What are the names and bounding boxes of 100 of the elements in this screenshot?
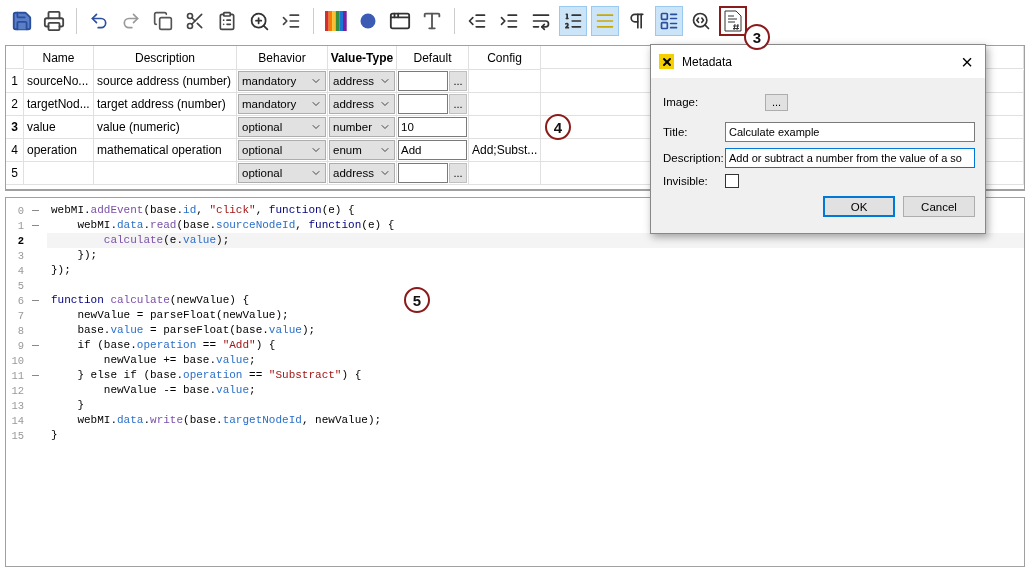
zoom-icon xyxy=(248,10,270,32)
fold-marker-icon[interactable] xyxy=(32,345,39,346)
behavior-dropdown[interactable]: optional xyxy=(238,163,326,183)
browse-button[interactable]: ... xyxy=(449,71,467,91)
save-icon xyxy=(11,10,33,32)
printer-icon xyxy=(43,10,65,32)
code-line: calculate(e.value); xyxy=(102,233,230,248)
table-cell: value xyxy=(24,116,94,139)
line-number: 13 xyxy=(10,399,24,412)
cancel-button[interactable]: Cancel xyxy=(903,196,975,217)
line-number: 6 xyxy=(16,294,24,307)
line-number: 0 xyxy=(16,204,24,217)
document-hash-icon xyxy=(723,10,743,32)
table-cell: Add;Subst... xyxy=(469,139,541,162)
pilcrow-icon xyxy=(627,11,647,31)
toolbar-button[interactable] xyxy=(719,6,747,36)
line-number: 7 xyxy=(16,309,24,322)
line-number: 10 xyxy=(10,354,24,367)
scissors-icon xyxy=(185,11,205,31)
code-line: }); xyxy=(76,248,98,263)
default-input[interactable]: 10 xyxy=(398,117,467,137)
fold-marker-icon[interactable] xyxy=(32,225,39,226)
column-header: Config xyxy=(469,46,541,70)
line-number: 14 xyxy=(10,414,24,427)
table-cell: sourceNo... xyxy=(24,70,94,93)
code-line: webMI.data.read(base.sourceNodeId, function(e) { xyxy=(76,218,395,233)
row-number: 5 xyxy=(6,162,24,185)
default-input[interactable] xyxy=(398,163,448,183)
browse-button[interactable]: ... xyxy=(449,94,467,114)
column-header: Description xyxy=(94,46,237,70)
behavior-dropdown[interactable]: mandatory xyxy=(238,94,326,114)
behavior-dropdown[interactable]: mandatory xyxy=(238,71,326,91)
callout-number: 3 xyxy=(744,24,770,50)
redo-icon xyxy=(121,11,141,31)
table-cell: operation xyxy=(24,139,94,162)
numbered-list-icon xyxy=(563,11,583,31)
row-number: 1 xyxy=(6,70,24,93)
line-number: 8 xyxy=(16,324,24,337)
default-input[interactable] xyxy=(398,94,448,114)
window-icon xyxy=(389,10,411,32)
behavior-dropdown[interactable]: optional xyxy=(238,140,326,160)
fold-marker-icon[interactable] xyxy=(32,210,39,211)
fold-marker-icon[interactable] xyxy=(32,300,39,301)
behavior-dropdown[interactable]: optional xyxy=(238,117,326,137)
column-header: Default xyxy=(397,46,469,70)
close-button[interactable]: × xyxy=(957,53,977,70)
code-line: base.value = parseFloat(base.value); xyxy=(76,323,316,338)
default-input[interactable]: Add xyxy=(398,140,467,160)
layout-list-icon xyxy=(659,11,679,31)
wrap-text-icon xyxy=(531,11,551,31)
description-input[interactable]: Add or subtract a number from the value of a so xyxy=(725,148,975,168)
field-label: Description: xyxy=(663,152,725,164)
code-line: newValue -= base.value; xyxy=(102,383,256,398)
code-line: webMI.data.write(base.targetNodeId, newValue); xyxy=(76,413,382,428)
line-number: 11 xyxy=(10,369,24,382)
value-type-dropdown[interactable]: address xyxy=(329,71,395,91)
code-editor[interactable] xyxy=(5,197,1025,567)
code-line: } xyxy=(51,428,58,443)
toolbar-button[interactable] xyxy=(559,6,587,36)
field-label: Title: xyxy=(663,126,689,138)
browse-button[interactable]: ... xyxy=(449,163,467,183)
column-header: Name xyxy=(24,46,94,70)
default-input[interactable] xyxy=(398,71,448,91)
line-number: 5 xyxy=(16,279,24,292)
value-type-dropdown[interactable]: number xyxy=(329,117,395,137)
table-cell: targetNod... xyxy=(24,93,94,116)
title-input[interactable]: Calculate example xyxy=(725,122,975,142)
undo-icon xyxy=(89,11,109,31)
invisible-checkbox[interactable] xyxy=(725,174,739,188)
ok-button[interactable]: OK xyxy=(823,196,895,217)
indent-icon xyxy=(499,11,519,31)
app-logo-icon xyxy=(659,54,674,69)
value-type-dropdown[interactable]: address xyxy=(329,163,395,183)
field-label: Image: xyxy=(663,96,700,108)
dot-icon xyxy=(359,12,377,30)
code-line: }); xyxy=(51,263,71,278)
line-number: 1 xyxy=(16,219,24,232)
code-line: function calculate(newValue) { xyxy=(51,293,250,308)
line-number: 4 xyxy=(16,264,24,277)
toolbar-button[interactable] xyxy=(655,6,683,36)
code-line: webMI.addEvent(base.id, "click", function(e) { xyxy=(51,203,355,218)
color-bars-icon xyxy=(325,10,347,32)
header-corner xyxy=(6,46,24,69)
copy-icon xyxy=(153,11,173,31)
line-number: 2 xyxy=(16,234,24,247)
value-type-dropdown[interactable]: address xyxy=(329,94,395,114)
fold-marker-icon[interactable] xyxy=(32,375,39,376)
highlight-lines-icon xyxy=(595,11,615,31)
browse-button[interactable]: ... xyxy=(765,93,788,111)
code-line: newValue += base.value; xyxy=(102,353,256,368)
field-label: Invisible: xyxy=(663,175,709,187)
table-cell xyxy=(24,162,94,185)
column-header: Behavior xyxy=(237,46,328,70)
line-number: 12 xyxy=(10,384,24,397)
table-cell: target address (number) xyxy=(94,93,237,116)
code-line: } xyxy=(76,398,84,413)
code-line: } else if (base.operation == "Substract") { xyxy=(76,368,362,383)
value-type-dropdown[interactable]: enum xyxy=(329,140,395,160)
code-line: if (base.operation == "Add") { xyxy=(76,338,276,353)
clipboard-icon xyxy=(217,11,237,31)
